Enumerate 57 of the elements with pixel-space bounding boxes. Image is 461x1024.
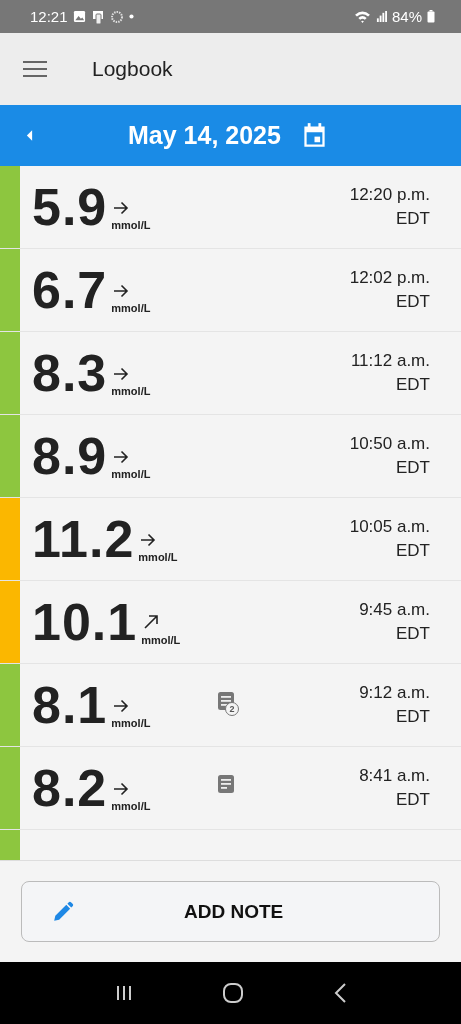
- reading-row[interactable]: 8.2 mmol/L 8:41 a.m. EDT: [0, 747, 461, 830]
- back-icon[interactable]: [332, 982, 347, 1004]
- glucose-value: 11.2: [32, 513, 135, 565]
- glucose-value: 10.1: [32, 596, 138, 648]
- glucose-value: 8.2: [32, 762, 108, 814]
- wifi-icon: [353, 10, 371, 23]
- battery-icon: [427, 10, 435, 23]
- reading-row[interactable]: 8.9 mmol/L 10:50 a.m. EDT: [0, 415, 461, 498]
- time-zone: EDT: [396, 458, 430, 478]
- reading-row[interactable]: 8.1 mmol/L 2 9:12 a.m. EDT: [0, 664, 461, 747]
- glucose-value: 6.7: [32, 264, 108, 316]
- time-zone: EDT: [396, 790, 430, 810]
- reading-time: 9:12 a.m.: [359, 683, 430, 703]
- unit-label: mmol/L: [111, 717, 151, 729]
- time-zone: EDT: [396, 292, 430, 312]
- reading-row[interactable]: 8.3 mmol/L 11:12 a.m. EDT: [0, 332, 461, 415]
- glucose-value: 5.9: [32, 181, 108, 233]
- reading-row[interactable]: 10.1 mmol/L 9:45 a.m. EDT: [0, 581, 461, 664]
- status-time: 12:21: [30, 8, 68, 25]
- reading-row[interactable]: 11.2 mmol/L 10:05 a.m. EDT: [0, 498, 461, 581]
- loading-icon: [109, 9, 124, 24]
- time-zone: EDT: [396, 375, 430, 395]
- glucose-value: 8.3: [32, 347, 108, 399]
- signal-icon: [375, 11, 387, 22]
- reading-time: 11:12 a.m.: [350, 351, 430, 371]
- time-zone: EDT: [396, 209, 430, 229]
- unit-label: mmol/L: [111, 800, 151, 812]
- time-zone: EDT: [396, 541, 430, 561]
- reading-time: 9:45 a.m.: [359, 600, 430, 620]
- reading-time: 12:02 p.m.: [349, 268, 430, 288]
- reading-time: 10:05 a.m.: [349, 517, 430, 537]
- reading-time: 12:20 p.m.: [349, 185, 430, 205]
- unit-label: mmol/L: [111, 302, 151, 314]
- image-icon: [72, 10, 86, 23]
- app-title: Logbook: [92, 57, 173, 81]
- pencil-icon: [52, 900, 74, 923]
- battery-percentage: 84%: [391, 8, 422, 25]
- reading-time: 8:41 a.m.: [359, 766, 430, 786]
- unit-label: mmol/L: [111, 385, 151, 397]
- home-icon[interactable]: [222, 982, 245, 1004]
- date-label: May 14, 2025: [128, 121, 281, 150]
- glucose-value: 8.1: [32, 679, 108, 731]
- reading-row[interactable]: 5.9 mmol/L 12:20 p.m. EDT: [0, 166, 461, 249]
- add-note-button[interactable]: ADD NOTE: [21, 881, 440, 942]
- unit-label: mmol/L: [141, 634, 181, 646]
- unit-label: mmol/L: [111, 468, 151, 480]
- unit-label: mmol/L: [111, 219, 151, 231]
- device-icon: [90, 9, 105, 24]
- glucose-value: 8.9: [32, 430, 108, 482]
- note-count-badge: 2: [225, 702, 239, 716]
- dot-icon: [128, 14, 134, 19]
- time-zone: EDT: [396, 624, 430, 644]
- reading-time: 10:50 a.m.: [349, 434, 430, 454]
- time-zone: EDT: [396, 707, 430, 727]
- reading-row[interactable]: 6.7 mmol/L 12:02 p.m. EDT: [0, 249, 461, 332]
- unit-label: mmol/L: [138, 551, 178, 563]
- menu-icon[interactable]: [23, 60, 47, 78]
